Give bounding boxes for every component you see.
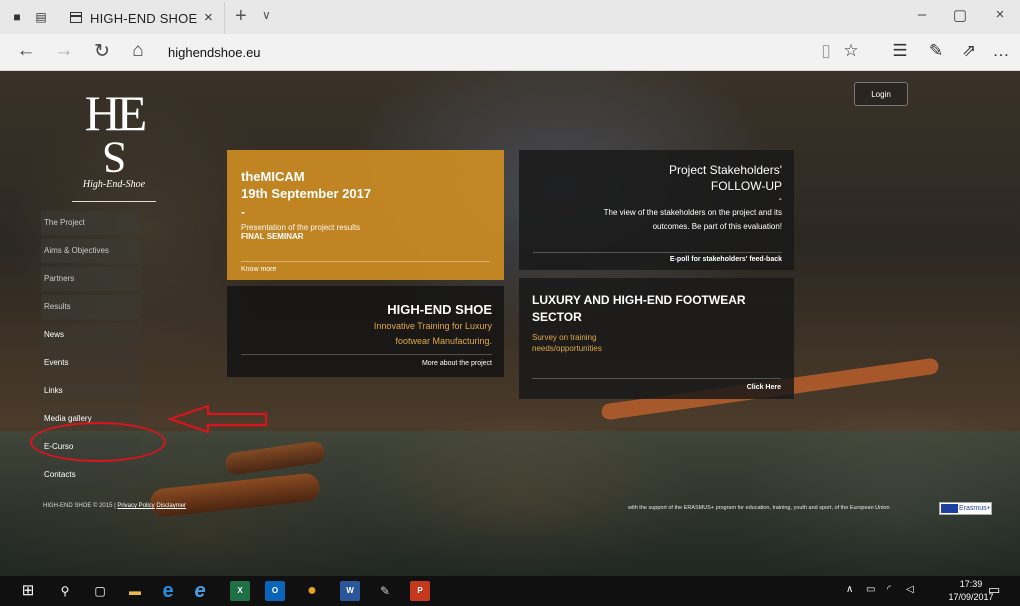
erasmus-support-text: with the support of the ERASMUS+ program…	[628, 505, 890, 511]
battery-icon[interactable]: ▭	[866, 584, 875, 595]
chrome-icon[interactable]: ●	[302, 581, 322, 601]
luxury-title-line1: LUXURY AND HIGH-END FOOTWEAR	[532, 293, 746, 307]
erasmus-logo-text: Erasmus+	[959, 505, 991, 512]
menu-item-the-project[interactable]: The Project	[41, 211, 141, 235]
card-divider	[241, 261, 490, 262]
micam-text-bold: FINAL SEMINAR	[241, 232, 304, 241]
refresh-icon[interactable]: ↻	[90, 40, 114, 63]
tray-chevron-icon[interactable]: ∧	[846, 584, 853, 595]
micam-know-more-link[interactable]: Know more	[241, 266, 276, 273]
card-divider	[533, 252, 782, 253]
card-stakeholders[interactable]: Project Stakeholders' FOLLOW-UP - The vi…	[519, 150, 794, 270]
url-input[interactable]	[166, 38, 810, 66]
more-icon[interactable]: …	[990, 41, 1012, 61]
luxury-text-line2: needs/opportunities	[532, 344, 602, 353]
eu-flag-icon	[941, 504, 958, 513]
card-luxury-sector[interactable]: LUXURY AND HIGH-END FOOTWEAR SECTOR Surv…	[519, 278, 794, 399]
reading-view-icon[interactable]: ▯	[815, 41, 837, 61]
menu-item-aims-objectives[interactable]: Aims & Objectives	[41, 239, 141, 263]
micam-text: Presentation of the project results	[241, 223, 361, 232]
erasmus-logo[interactable]: Erasmus+	[939, 502, 992, 515]
page-favicon-icon	[70, 12, 82, 23]
menu-item-partners[interactable]: Partners	[41, 267, 141, 291]
restore-button[interactable]: ▢	[950, 6, 970, 24]
minimize-button[interactable]: –	[912, 6, 932, 23]
micam-dash: -	[241, 205, 245, 219]
red-annotation-ellipse	[30, 422, 166, 462]
luxury-title-line2: SECTOR	[532, 310, 582, 324]
edge-icon[interactable]: e	[158, 581, 178, 601]
micam-title-line2: 19th September 2017	[241, 186, 372, 201]
tab-preview-chevron-icon[interactable]: ∨	[262, 8, 271, 22]
show-tabs-icon[interactable]: ▤	[34, 10, 48, 24]
disclaimer-link[interactable]: Disclaymer	[156, 503, 186, 509]
close-window-button[interactable]: ×	[990, 6, 1010, 23]
card-high-end-shoe[interactable]: HIGH-END SHOE Innovative Training for Lu…	[227, 286, 504, 377]
logo-letter-s: S	[101, 133, 127, 182]
task-view-icon[interactable]: ▢	[90, 581, 110, 601]
home-icon[interactable]: ⌂	[126, 40, 150, 62]
word-icon[interactable]: W	[340, 581, 360, 601]
title-bar: ■ ▤ HIGH-END SHOE × + ∨ – ▢ ×	[0, 0, 1020, 34]
back-icon[interactable]: ←	[14, 40, 38, 62]
wifi-icon[interactable]: ◜	[887, 584, 891, 595]
luxury-text-line1: Survey on training	[532, 333, 597, 342]
stakeholders-epoll-link[interactable]: E-poll for stakeholders' feed-back	[670, 256, 782, 263]
set-aside-tabs-icon[interactable]: ■	[10, 10, 24, 24]
highend-text-line1: Innovative Training for Luxury	[373, 321, 492, 331]
stakeholders-text-line2: outcomes. Be part of this evaluation!	[652, 222, 782, 231]
red-annotation-arrow	[168, 404, 268, 434]
favorites-hub-icon[interactable]: ☰	[889, 41, 911, 61]
taskbar: ⊞ ⚲ ▢ ▬ e e X O ● W ✎ P ∧ ▭ ◜ ◁ 17:39 17…	[0, 576, 1020, 606]
stakeholders-title-line2: FOLLOW-UP	[710, 179, 782, 193]
search-icon[interactable]: ⚲	[55, 581, 75, 601]
tab-close-icon[interactable]: ×	[204, 9, 213, 26]
footer-copyright: HIGH-END SHOE © 2015 |	[43, 503, 116, 509]
web-note-icon[interactable]: ✎	[925, 41, 947, 61]
stakeholders-dash: -	[778, 194, 782, 205]
logo-letters: HE	[84, 85, 148, 141]
menu-item-links[interactable]: Links	[41, 379, 141, 403]
menu-item-events[interactable]: Events	[41, 351, 141, 375]
notifications-icon[interactable]: ▭	[988, 582, 1000, 598]
card-micam[interactable]: theMICAM 19th September 2017 - Presentat…	[227, 150, 504, 280]
powerpoint-icon[interactable]: P	[410, 581, 430, 601]
web-page: HE S High-End-Shoe Login The Project Aim…	[0, 71, 1020, 576]
volume-icon[interactable]: ◁	[906, 584, 914, 595]
address-bar-row: ← → ↻ ⌂ ▯ ☆ ☰ ✎ ⇗ …	[0, 34, 1020, 71]
favorite-star-icon[interactable]: ☆	[840, 41, 862, 61]
login-button[interactable]: Login	[854, 82, 908, 106]
excel-icon[interactable]: X	[230, 581, 250, 601]
tab-title: HIGH-END SHOE	[90, 11, 198, 26]
micam-title-line1: theMICAM	[241, 169, 305, 184]
paint-icon[interactable]: ✎	[375, 581, 395, 601]
footer-text: HIGH-END SHOE © 2015 | Privacy Policy Di…	[43, 503, 186, 509]
stakeholders-text-line1: The view of the stakeholders on the proj…	[603, 208, 782, 217]
menu-item-news[interactable]: News	[41, 323, 141, 347]
card-divider	[241, 354, 492, 355]
luxury-click-here-link[interactable]: Click Here	[747, 384, 781, 391]
outlook-icon[interactable]: O	[265, 581, 285, 601]
menu-item-results[interactable]: Results	[41, 295, 141, 319]
browser-tab[interactable]: HIGH-END SHOE ×	[64, 2, 225, 34]
forward-icon[interactable]: →	[52, 40, 76, 62]
highend-text-line2: footwear Manufacturing.	[395, 336, 492, 346]
privacy-policy-link[interactable]: Privacy Policy	[117, 503, 154, 509]
card-divider	[532, 378, 781, 379]
internet-explorer-icon[interactable]: e	[190, 581, 210, 601]
site-logo[interactable]: HE S High-End-Shoe	[72, 83, 156, 202]
menu-item-contacts[interactable]: Contacts	[41, 463, 141, 487]
highend-more-link[interactable]: More about the project	[422, 360, 492, 367]
file-explorer-icon[interactable]: ▬	[125, 581, 145, 601]
stakeholders-title-line1: Project Stakeholders'	[668, 163, 782, 177]
new-tab-icon[interactable]: +	[235, 5, 247, 28]
highend-title: HIGH-END SHOE	[387, 302, 492, 317]
share-icon[interactable]: ⇗	[958, 41, 980, 61]
start-icon[interactable]: ⊞	[18, 581, 38, 601]
